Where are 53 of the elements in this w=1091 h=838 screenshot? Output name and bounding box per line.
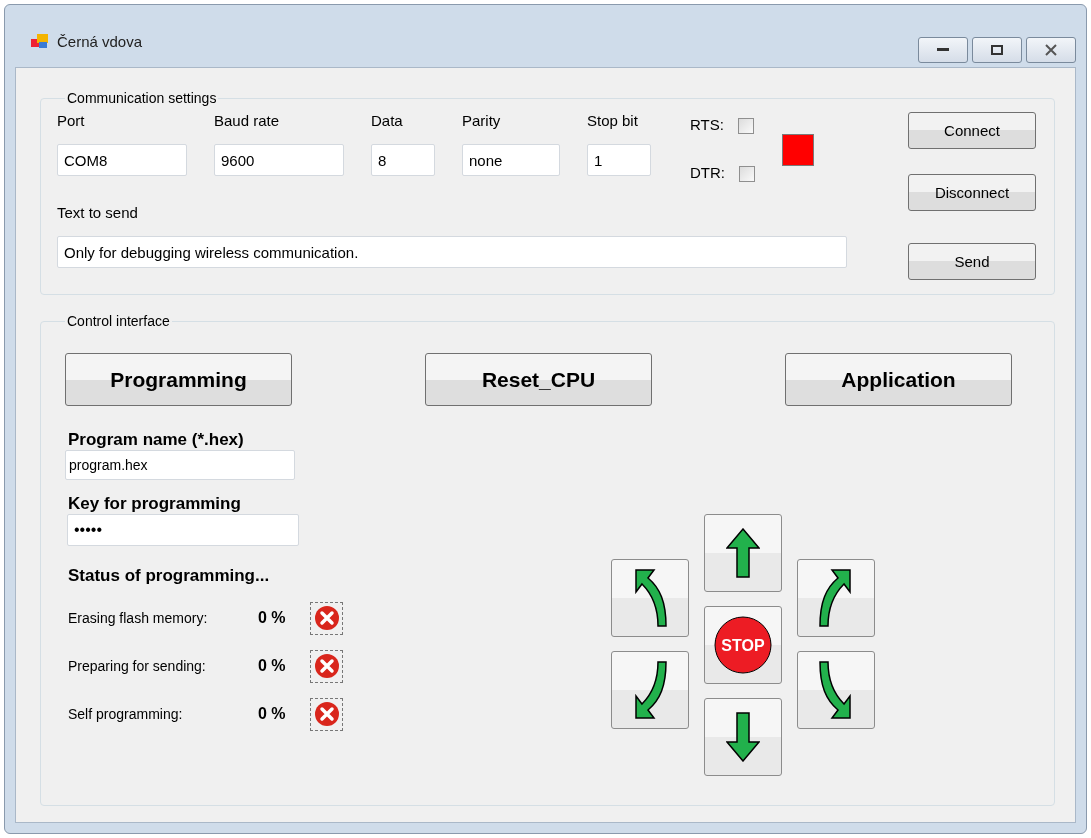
close-icon xyxy=(1044,44,1058,56)
group-title: Communication settings xyxy=(66,90,218,106)
field-label: Data xyxy=(371,112,404,131)
minimize-icon xyxy=(937,48,949,52)
field-label: Stop bit xyxy=(587,112,639,131)
maximize-icon xyxy=(991,45,1003,55)
checkbox-label: DTR: xyxy=(690,164,725,183)
minimize-button[interactable] xyxy=(918,37,968,63)
progress-percent: 0 % xyxy=(258,705,287,723)
up-arrow-icon xyxy=(726,528,760,578)
input-field[interactable]: none xyxy=(462,144,560,176)
status-label: Self programming: xyxy=(68,706,184,722)
turn-right-button[interactable] xyxy=(797,559,875,637)
field-label: Port xyxy=(57,112,86,131)
section-title: Status of programming... xyxy=(68,566,271,586)
password-field[interactable]: ••••• xyxy=(67,514,299,546)
input-field[interactable]: 1 xyxy=(587,144,651,176)
stop-button[interactable]: STOP xyxy=(704,606,782,684)
mode-button[interactable]: Application xyxy=(785,353,1012,406)
app-icon xyxy=(31,33,49,49)
input-field[interactable]: Only for debugging wireless communication. xyxy=(57,236,847,268)
back-left-button[interactable] xyxy=(611,651,689,729)
input-field[interactable]: COM8 xyxy=(57,144,187,176)
group-title: Control interface xyxy=(66,313,171,329)
status-label: Erasing flash memory: xyxy=(68,610,209,626)
forward-button[interactable] xyxy=(704,514,782,592)
progress-percent: 0 % xyxy=(258,657,287,675)
backward-button[interactable] xyxy=(704,698,782,776)
progress-percent: 0 % xyxy=(258,609,287,627)
maximize-button[interactable] xyxy=(972,37,1022,63)
down-arrow-icon xyxy=(726,712,760,762)
status-label: Preparing for sending: xyxy=(68,658,207,674)
field-label: Key for programming xyxy=(68,494,242,514)
field-label: Parity xyxy=(462,112,502,131)
action-button[interactable]: Send xyxy=(908,243,1036,280)
input-field[interactable]: program.hex xyxy=(65,450,295,480)
checkbox[interactable] xyxy=(739,166,755,182)
checkbox[interactable] xyxy=(737,118,754,134)
action-button[interactable]: Connect xyxy=(908,112,1036,149)
mode-button[interactable]: Reset_CPU xyxy=(425,353,652,406)
field-label: Baud rate xyxy=(214,112,281,131)
window-title: Černá vdova xyxy=(57,32,144,50)
stop-icon: STOP xyxy=(714,616,772,674)
turn-left-button[interactable] xyxy=(611,559,689,637)
close-button[interactable] xyxy=(1026,37,1076,63)
mode-button[interactable]: Programming xyxy=(65,353,292,406)
field-label: Program name (*.hex) xyxy=(68,430,245,450)
field-label: Text to send xyxy=(57,204,139,223)
back-right-button[interactable] xyxy=(797,651,875,729)
checkbox-label: RTS: xyxy=(690,116,724,135)
input-field[interactable]: 9600 xyxy=(214,144,344,176)
input-field[interactable]: 8 xyxy=(371,144,435,176)
action-button[interactable]: Disconnect xyxy=(908,174,1036,211)
